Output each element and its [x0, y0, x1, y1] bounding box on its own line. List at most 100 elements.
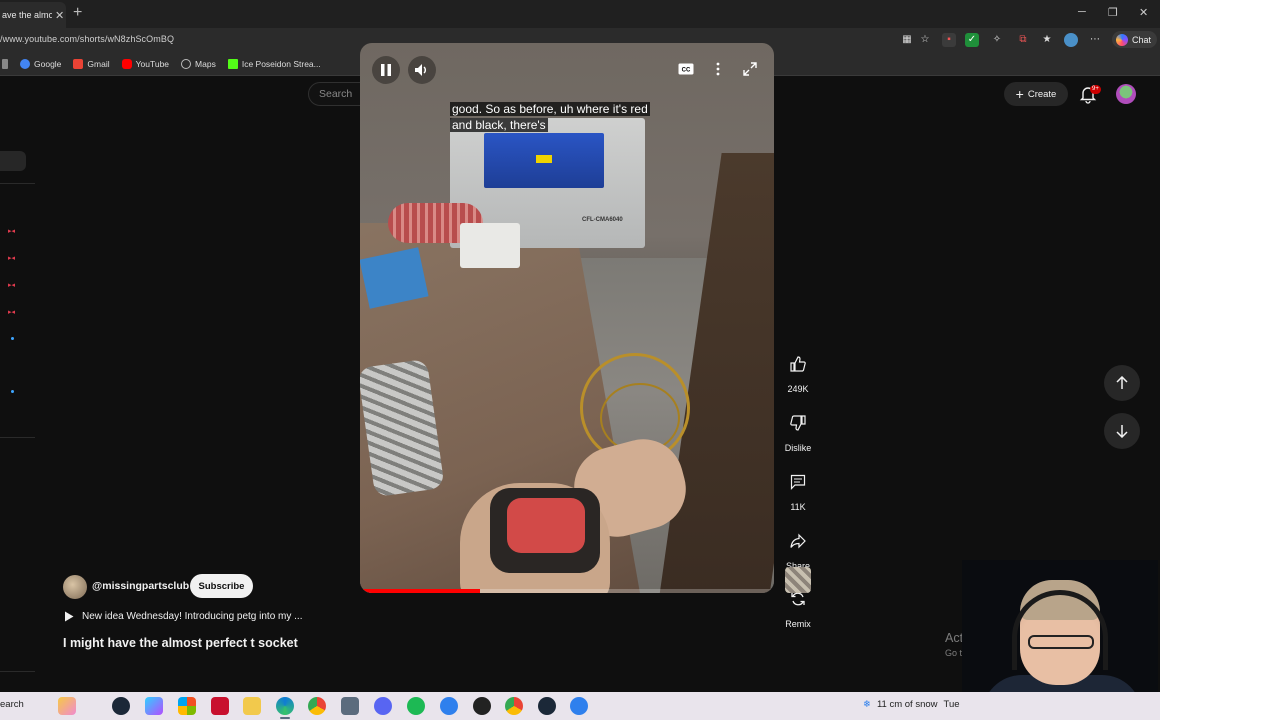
pause-button[interactable] — [372, 56, 400, 84]
favorites-icon[interactable]: ★ — [1040, 33, 1054, 47]
split-screen-icon[interactable]: ⧉ — [1016, 33, 1030, 47]
new-content-dot — [11, 390, 14, 393]
bookmark-google[interactable]: Google — [20, 58, 62, 69]
video-progress-fill — [360, 589, 481, 593]
comments-button[interactable]: 11K — [780, 465, 816, 512]
copilot-sparkle-icon[interactable] — [58, 697, 76, 715]
copilot-chat-button[interactable]: Chat — [1112, 31, 1158, 48]
chat-label: Chat — [1132, 34, 1152, 45]
bookmark-label: Ice Poseidon Strea... — [241, 58, 321, 69]
comment-icon — [790, 474, 806, 490]
copilot-icon — [1116, 33, 1128, 46]
chrome-icon[interactable] — [308, 697, 326, 715]
video-caption: good. So as before, uh where it's red an… — [450, 101, 690, 133]
shorts-video-player[interactable]: CFL-CMA6040 CC good. So as before, uh wh… — [360, 43, 774, 593]
live-indicator-icon: ▸◂ — [8, 309, 16, 316]
bookmark-gmail[interactable]: Gmail — [73, 58, 110, 69]
dislike-button[interactable]: Dislike — [780, 406, 816, 453]
puzzle-extension-icon[interactable]: ✧ — [990, 33, 1004, 47]
google-icon — [20, 58, 30, 69]
more-menu-icon[interactable]: ⋯ — [1088, 33, 1102, 47]
bookmark-label: Maps — [195, 58, 216, 69]
video-t-socket-insert — [507, 498, 585, 553]
more-vertical-icon — [716, 62, 720, 76]
amd-icon[interactable] — [211, 697, 229, 715]
extension-icon[interactable]: ▪ — [942, 33, 956, 47]
next-short-button[interactable] — [1104, 413, 1140, 449]
volume-button[interactable] — [408, 56, 436, 84]
channel-avatar[interactable] — [63, 575, 87, 599]
steam-icon[interactable] — [112, 697, 130, 715]
spotify-icon[interactable] — [407, 697, 425, 715]
sidebar-selected-item[interactable] — [0, 151, 26, 171]
remix-icon — [791, 592, 805, 606]
weather-text: 11 cm of snow — [876, 699, 938, 710]
window-close-icon[interactable]: ✕ — [1139, 6, 1148, 19]
copilot-app-icon[interactable] — [145, 697, 163, 715]
closed-captions-icon: CC — [678, 63, 694, 75]
sidebar-divider — [0, 183, 35, 184]
svg-text:CC: CC — [682, 68, 691, 74]
play-icon — [65, 611, 74, 622]
channel-handle[interactable]: @missingpartsclub — [92, 580, 189, 592]
restore-icon[interactable]: ❐ — [1108, 6, 1118, 19]
create-label: Create — [1027, 88, 1057, 100]
captions-button[interactable]: CC — [675, 58, 697, 80]
bookmark-maps[interactable]: Maps — [181, 58, 216, 69]
notification-badge: 9+ — [1090, 85, 1101, 94]
minimize-icon[interactable]: ─ — [1078, 6, 1086, 18]
share-button[interactable]: Share — [780, 524, 816, 571]
dislike-label: Dislike — [784, 443, 812, 453]
video-progress-bar[interactable] — [360, 589, 774, 593]
browser-app-icon[interactable] — [440, 697, 458, 715]
plus-icon: + — [1015, 86, 1024, 102]
fullscreen-button[interactable] — [739, 58, 761, 80]
bookmark-label: Google — [34, 58, 62, 69]
sidebar-divider — [0, 437, 35, 438]
microsoft-store-icon[interactable] — [178, 697, 196, 715]
tab-close-icon[interactable]: ✕ — [55, 9, 64, 22]
more-options-button[interactable] — [707, 58, 729, 80]
related-video-link[interactable]: New idea Wednesday! Introducing petg int… — [64, 611, 303, 622]
live-indicator-icon: ▸◂ — [8, 282, 16, 289]
gmail-icon — [73, 58, 84, 69]
obs-icon[interactable] — [473, 697, 491, 715]
share-icon-wrap — [781, 524, 815, 558]
windows-taskbar: earch ❄ 11 cm of snow Tue — [0, 692, 1160, 720]
bookmark-partial-icon[interactable] — [2, 58, 8, 69]
search-placeholder: Search — [319, 88, 353, 100]
account-avatar[interactable] — [1116, 84, 1136, 104]
active-app-indicator — [280, 717, 290, 719]
caption-line-2: and black, there's — [450, 118, 548, 132]
like-button[interactable]: 249K — [780, 347, 816, 394]
new-tab-icon[interactable]: + — [73, 4, 82, 22]
audio-source-thumbnail[interactable] — [785, 567, 811, 593]
previous-short-button[interactable] — [1104, 365, 1140, 401]
checkmark-extension-icon[interactable]: ✓ — [965, 33, 979, 47]
file-explorer-icon[interactable] — [243, 697, 261, 715]
app-grid-icon[interactable]: ▦ — [900, 33, 914, 47]
related-video-title: New idea Wednesday! Introducing petg int… — [82, 611, 303, 622]
chrome-profile-icon[interactable] — [505, 697, 523, 715]
like-count: 249K — [787, 384, 809, 394]
profile-icon[interactable] — [1064, 33, 1078, 47]
create-button[interactable]: + Create — [1004, 82, 1068, 106]
pause-icon — [381, 64, 391, 76]
bookmark-youtube[interactable]: YouTube — [121, 58, 169, 69]
subscribe-button[interactable]: Subscribe — [190, 574, 253, 598]
desktop-edge — [1160, 0, 1280, 720]
taskbar-search[interactable]: earch — [0, 699, 24, 710]
weather-widget[interactable]: ❄ 11 cm of snow Tue — [863, 699, 960, 710]
snipping-tool-icon[interactable] — [341, 697, 359, 715]
steam-client-icon[interactable] — [538, 697, 556, 715]
favorite-star-icon[interactable]: ☆ — [918, 33, 932, 47]
bookmark-kick[interactable]: Ice Poseidon Strea... — [227, 58, 321, 69]
edge-icon[interactable] — [276, 697, 294, 715]
kick-icon — [227, 58, 238, 69]
url-field[interactable]: /www.youtube.com/shorts/wN8zhScOmBQ — [0, 34, 174, 44]
vpn-app-icon[interactable] — [570, 697, 588, 715]
discord-icon[interactable] — [374, 697, 392, 715]
short-title: I might have the almost perfect t socket — [63, 636, 298, 650]
fullscreen-icon — [743, 62, 757, 76]
browser-tab[interactable]: ave the almo ✕ — [0, 2, 66, 28]
